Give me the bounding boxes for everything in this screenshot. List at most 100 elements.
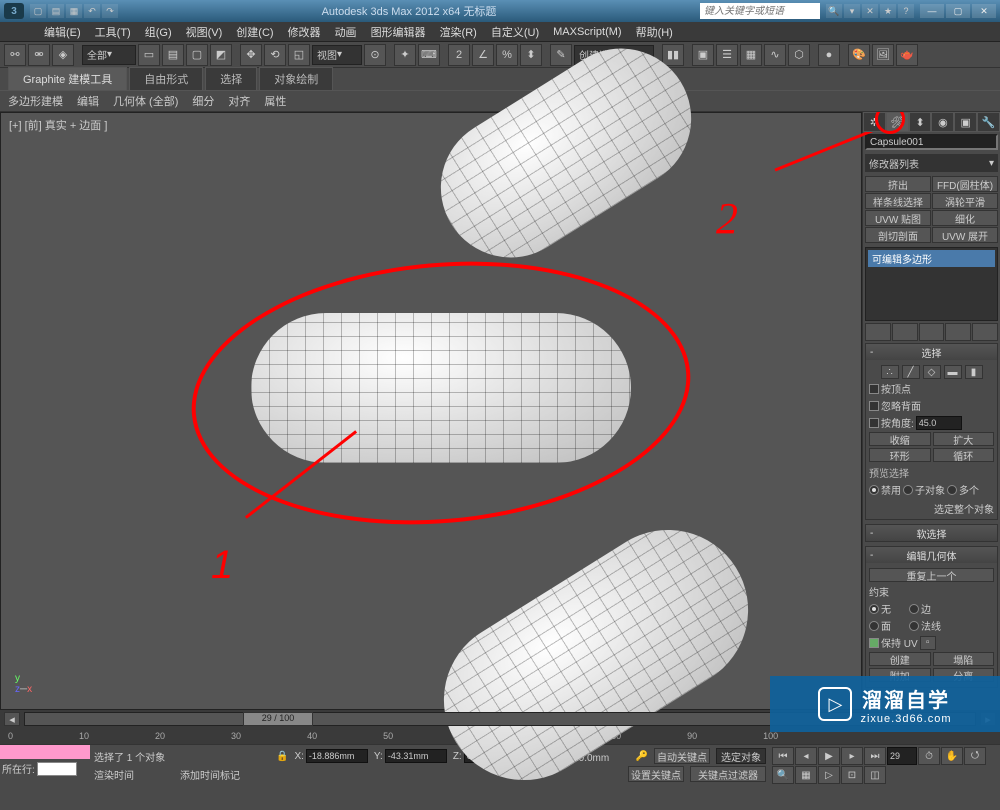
tab-create-icon[interactable]: ✲: [863, 112, 886, 132]
render-icon[interactable]: 🫖: [896, 44, 918, 66]
tab-display-icon[interactable]: ▣: [954, 112, 977, 132]
ribbon-tab-selection[interactable]: 选择: [205, 67, 257, 90]
show-result-icon[interactable]: [892, 323, 918, 341]
scale-icon[interactable]: ◱: [288, 44, 310, 66]
mod-splinesel[interactable]: 样条线选择: [865, 193, 931, 209]
viewport-front[interactable]: [+] [前] 真实 + 边面 ] 1 2 yz─x: [0, 112, 862, 710]
nav-pan-icon[interactable]: ✋: [941, 747, 963, 765]
nav-fov-icon[interactable]: ▷: [818, 766, 840, 784]
layers-icon[interactable]: ☰: [716, 44, 738, 66]
radio-normal[interactable]: [909, 621, 919, 631]
mod-turbo[interactable]: 涡轮平滑: [932, 193, 998, 209]
mod-uvwmap[interactable]: UVW 贴图: [865, 210, 931, 226]
mod-tessellate[interactable]: 细化: [932, 210, 998, 226]
nav-zoom-icon[interactable]: 🔍: [772, 766, 794, 784]
favorite-icon[interactable]: ★: [880, 4, 896, 18]
goto-input[interactable]: [37, 762, 77, 776]
refcoord-dropdown[interactable]: 视图 ▾: [312, 45, 362, 65]
help-search-input[interactable]: [700, 3, 820, 19]
tab-hierarchy-icon[interactable]: ⬍: [909, 112, 932, 132]
qa-new-icon[interactable]: ▢: [30, 4, 46, 18]
btn-shrink[interactable]: 收缩: [869, 432, 931, 446]
menu-edit[interactable]: 编辑(E): [38, 22, 87, 42]
play-icon[interactable]: ▶: [818, 747, 840, 765]
percent-snap-icon[interactable]: %: [496, 44, 518, 66]
ribbon-edit[interactable]: 编辑: [77, 93, 99, 109]
ribbon-icon[interactable]: ▦: [740, 44, 762, 66]
tab-utilities-icon[interactable]: 🔧: [977, 112, 1000, 132]
subobj-vertex-icon[interactable]: ∴: [881, 365, 899, 379]
subobj-border-icon[interactable]: ◇: [923, 365, 941, 379]
keyboard-icon[interactable]: ⌨: [418, 44, 440, 66]
radio-none[interactable]: [869, 604, 879, 614]
angle-spinner[interactable]: [916, 416, 962, 430]
radio-face[interactable]: [869, 621, 879, 631]
help-icon[interactable]: ?: [898, 4, 914, 18]
play-prev-icon[interactable]: ◂: [795, 747, 817, 765]
minimize-button[interactable]: —: [920, 4, 944, 18]
ribbon-subdiv[interactable]: 细分: [192, 93, 214, 109]
chk-by-vertex[interactable]: [869, 384, 879, 394]
ribbon-tab-graphite[interactable]: Graphite 建模工具: [8, 67, 127, 90]
chk-preserve-uv[interactable]: [869, 638, 879, 648]
window-crossing-icon[interactable]: ◩: [210, 44, 232, 66]
rollout-head-softsel[interactable]: 软选择: [866, 525, 997, 541]
stack-editable-poly[interactable]: 可编辑多边形: [868, 250, 995, 267]
capsule-object-selected[interactable]: [251, 313, 631, 463]
menu-modifiers[interactable]: 修改器: [282, 22, 327, 42]
btn-ring[interactable]: 环形: [869, 448, 931, 462]
menu-maxscript[interactable]: MAXScript(M): [547, 24, 627, 40]
pivot-icon[interactable]: ⊙: [364, 44, 386, 66]
ribbon-geom[interactable]: 几何体 (全部): [113, 93, 178, 109]
ribbon-poly[interactable]: 多边形建模: [8, 93, 63, 109]
schematic-icon[interactable]: ⬡: [788, 44, 810, 66]
remove-mod-icon[interactable]: [945, 323, 971, 341]
signin-icon[interactable]: ▾: [844, 4, 860, 18]
key-icon[interactable]: 🔑: [636, 751, 648, 762]
app-logo-icon[interactable]: 3: [4, 3, 24, 19]
modifier-stack[interactable]: 可编辑多边形: [865, 247, 998, 321]
script-bar[interactable]: [0, 745, 90, 759]
btn-autokey[interactable]: 自动关键点: [654, 748, 710, 764]
bind-icon[interactable]: ◈: [52, 44, 74, 66]
coord-y[interactable]: [385, 749, 447, 763]
mirror-icon[interactable]: ▮▮: [662, 44, 684, 66]
manip-icon[interactable]: ✦: [394, 44, 416, 66]
menu-grapheditors[interactable]: 图形编辑器: [365, 22, 432, 42]
qa-open-icon[interactable]: ▤: [48, 4, 64, 18]
angle-snap-icon[interactable]: ∠: [472, 44, 494, 66]
tab-modify-icon[interactable]: 🛠: [886, 112, 909, 132]
unique-icon[interactable]: [919, 323, 945, 341]
frame-spinner[interactable]: [887, 747, 917, 765]
time-prev-icon[interactable]: ◂: [4, 712, 20, 726]
status-addtag[interactable]: 添加时间标记: [180, 767, 380, 782]
viewport-label[interactable]: [+] [前] 真实 + 边面 ]: [9, 117, 107, 133]
ribbon-tab-freeform[interactable]: 自由形式: [129, 67, 203, 90]
render-setup-icon[interactable]: 🎨: [848, 44, 870, 66]
chk-ignore-back[interactable]: [869, 401, 879, 411]
render-frame-icon[interactable]: 🖼: [872, 44, 894, 66]
menu-customize[interactable]: 自定义(U): [485, 22, 545, 42]
rollout-head-editgeom[interactable]: 编辑几何体: [866, 547, 997, 563]
time-thumb[interactable]: 29 / 100: [243, 712, 313, 726]
select-name-icon[interactable]: ▤: [162, 44, 184, 66]
coord-x[interactable]: [306, 749, 368, 763]
maximize-button[interactable]: ▢: [946, 4, 970, 18]
editnamed-icon[interactable]: ✎: [550, 44, 572, 66]
radio-subobj[interactable]: [903, 485, 913, 495]
material-editor-icon[interactable]: ●: [818, 44, 840, 66]
nav-zoomall-icon[interactable]: ▦: [795, 766, 817, 784]
menu-animation[interactable]: 动画: [329, 22, 363, 42]
chk-by-angle[interactable]: [869, 418, 879, 428]
menu-views[interactable]: 视图(V): [180, 22, 229, 42]
btn-setkey[interactable]: 设置关键点: [628, 766, 684, 782]
lock-icon[interactable]: 🔒: [276, 751, 288, 762]
play-next-icon[interactable]: ▸: [841, 747, 863, 765]
mod-extrude[interactable]: 挤出: [865, 176, 931, 192]
subobj-edge-icon[interactable]: ╱: [902, 365, 920, 379]
btn-repeat[interactable]: 重复上一个: [869, 568, 994, 582]
mod-unwrap[interactable]: UVW 展开: [932, 227, 998, 243]
btn-preserve-opts[interactable]: ▫: [920, 636, 936, 650]
configure-icon[interactable]: [972, 323, 998, 341]
align-icon[interactable]: ▣: [692, 44, 714, 66]
